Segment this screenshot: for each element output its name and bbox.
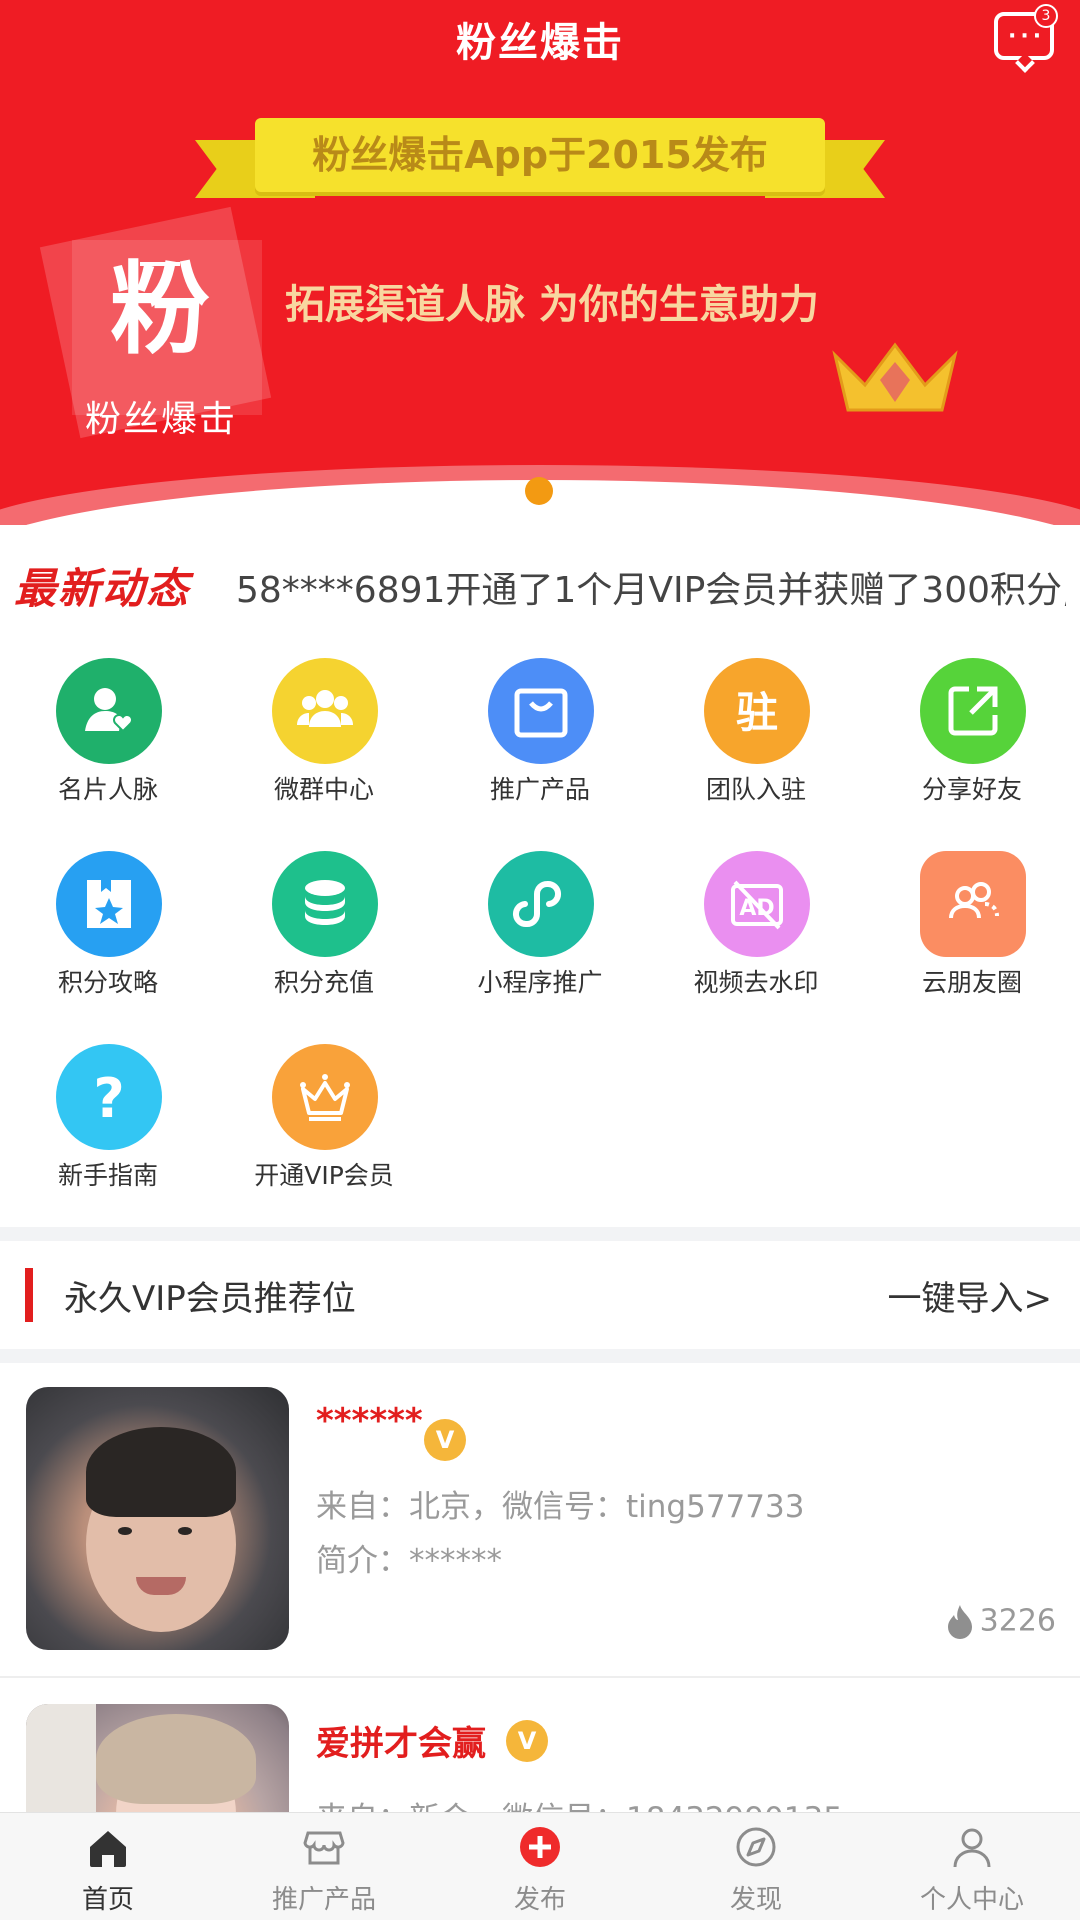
import-all-link[interactable]: 一键导入>	[888, 1271, 1053, 1320]
logo-name: 粉丝爆击	[84, 399, 237, 440]
grid-item-miniprogram[interactable]: 小程序推广	[432, 843, 648, 1013]
grid-item-contacts[interactable]: 名片人脉	[0, 650, 216, 820]
tab-profile[interactable]: 个人中心	[864, 1813, 1080, 1920]
vip-section-header: 永久VIP会员推荐位 一键导入>	[0, 1241, 1080, 1349]
help-icon: ?	[56, 1044, 162, 1150]
hot-count: 3226	[944, 1603, 1056, 1641]
plus-icon	[520, 1827, 560, 1867]
bottom-tab-bar: 首页 推广产品 发布 发现 个人中心	[0, 1812, 1080, 1920]
tab-discover[interactable]: 发现	[648, 1813, 864, 1920]
grid-item-points-recharge[interactable]: 积分充值	[216, 843, 432, 1013]
ticker-tag: 最新动态	[14, 564, 191, 613]
tab-home[interactable]: 首页	[0, 1813, 216, 1920]
message-icon[interactable]: ··· 3	[994, 4, 1058, 73]
member-name: ******	[316, 1401, 423, 1441]
user-icon	[953, 1828, 991, 1868]
app-screen: 粉丝爆击 ··· 3 粉丝爆击App于2015发布 粉 粉丝爆击 拓展渠道人脉 …	[0, 0, 1080, 1920]
friends-icon	[920, 851, 1026, 957]
news-ticker[interactable]: 最新动态 58****6891开通了1个月VIP会员并获赠了300积分,	[0, 555, 1080, 615]
member-name: 爱拼才会赢	[316, 1724, 486, 1764]
crown-icon	[272, 1044, 378, 1150]
contact-icon	[56, 658, 162, 764]
shop-icon	[303, 1831, 345, 1865]
verified-badge: V	[424, 1419, 466, 1461]
grid-item-remove-watermark[interactable]: AD 视频去水印	[648, 843, 864, 1013]
carousel-indicator[interactable]	[525, 477, 553, 505]
ticker-text: 58****6891开通了1个月VIP会员并获赠了300积分,	[236, 570, 1066, 611]
home-icon	[90, 1831, 126, 1867]
banner-ribbon: 粉丝爆击App于2015发布	[195, 118, 885, 200]
section-accent-bar	[25, 1268, 33, 1322]
member-location: 来自：北京，微信号：ting577733	[316, 1489, 805, 1525]
section-divider	[0, 1349, 1080, 1363]
svg-text:?: ?	[93, 1067, 124, 1127]
grid-item-points-guide[interactable]: 积分攻略	[0, 843, 216, 1013]
group-icon	[272, 658, 378, 764]
logo-mark: 粉	[110, 251, 210, 368]
grid-item-promote-products[interactable]: 推广产品	[432, 650, 648, 820]
member-intro: 简介：******	[316, 1543, 502, 1579]
ad-remove-icon: AD	[704, 851, 810, 957]
svg-text:驻: 驻	[736, 688, 778, 737]
team-icon: 驻	[704, 658, 810, 764]
share-icon	[920, 658, 1026, 764]
coins-icon	[272, 851, 378, 957]
banner-slogan: 拓展渠道人脉 为你的生意助力	[285, 282, 819, 328]
grid-item-share-friends[interactable]: 分享好友	[864, 650, 1080, 820]
section-divider	[0, 1227, 1080, 1241]
flame-icon	[947, 1605, 972, 1639]
tab-promote-products[interactable]: 推广产品	[216, 1813, 432, 1920]
grid-item-cloud-moments[interactable]: 云朋友圈	[864, 843, 1080, 1013]
grid-item-beginner-guide[interactable]: ? 新手指南	[0, 1036, 216, 1206]
grid-item-team-join[interactable]: 驻 团队入驻	[648, 650, 864, 820]
ribbon-text: 粉丝爆击App于2015发布	[255, 118, 825, 192]
member-card[interactable]: ****** V 来自：北京，微信号：ting577733 简介：****** …	[0, 1363, 1080, 1679]
bag-icon	[488, 658, 594, 764]
bookmark-icon	[56, 851, 162, 957]
tab-publish[interactable]: 发布	[432, 1813, 648, 1920]
banner-carousel[interactable]: 粉丝爆击 ··· 3 粉丝爆击App于2015发布 粉 粉丝爆击 拓展渠道人脉 …	[0, 0, 1080, 525]
member-avatar[interactable]	[26, 1387, 289, 1650]
grid-item-wechat-groups[interactable]: 微群中心	[216, 650, 432, 820]
crown-icon	[832, 342, 958, 412]
page-title: 粉丝爆击	[456, 20, 624, 66]
message-badge: 3	[1034, 4, 1058, 28]
grid-item-open-vip[interactable]: 开通VIP会员	[216, 1036, 432, 1206]
miniprogram-icon	[488, 851, 594, 957]
section-title: 永久VIP会员推荐位	[64, 1279, 356, 1319]
compass-icon	[736, 1827, 776, 1867]
verified-badge: V	[506, 1720, 548, 1762]
